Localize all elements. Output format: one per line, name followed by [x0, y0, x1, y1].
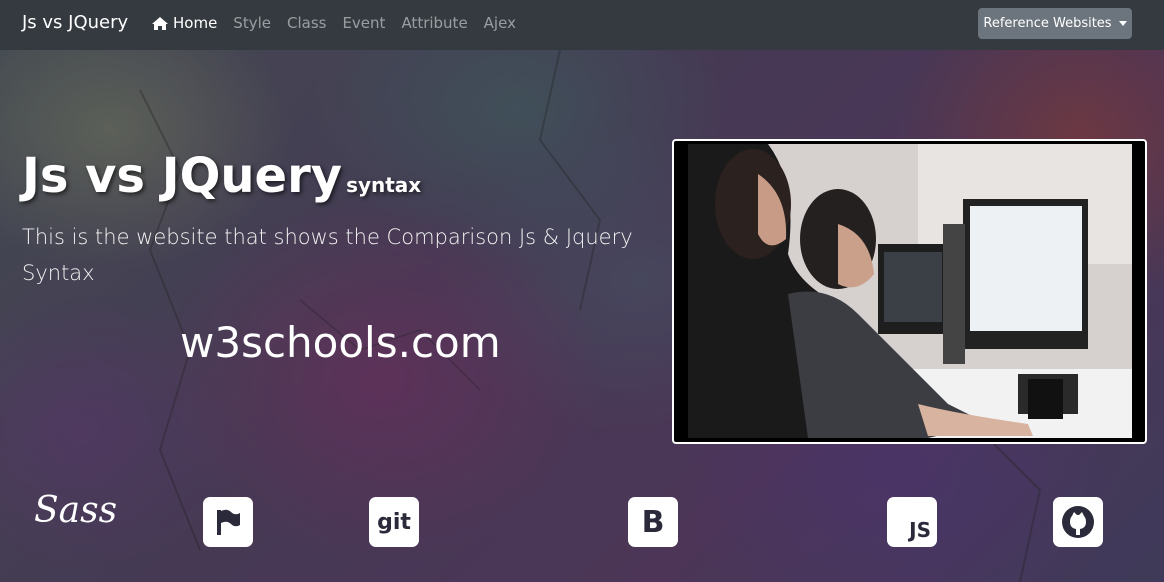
w3schools-link[interactable]: w3schools.com — [180, 318, 501, 367]
sass-icon-text: Sass — [34, 490, 118, 531]
nav-item-style[interactable]: Style — [233, 14, 271, 32]
navbar-brand[interactable]: Js vs JQuery — [22, 12, 128, 33]
nav-item-label: Ajex — [483, 14, 516, 32]
nav-item-label: Style — [233, 14, 271, 32]
flag-glyph — [217, 509, 240, 535]
title-small: syntax — [346, 173, 422, 197]
hero-image-frame — [672, 139, 1147, 444]
nav-item-attribute[interactable]: Attribute — [401, 14, 467, 32]
git-icon[interactable]: git — [369, 497, 419, 547]
nav-item-ajex[interactable]: Ajex — [484, 14, 516, 32]
bootstrap-icon-text: B — [641, 504, 665, 540]
nav-item-label: Attribute — [401, 14, 468, 32]
nav-item-label: Home — [173, 14, 218, 32]
flag-icon[interactable] — [203, 497, 253, 547]
git-icon-text: git — [377, 509, 411, 535]
office-photo-illustration — [688, 144, 1132, 438]
nav-item-label: Event — [342, 14, 386, 32]
home-icon — [152, 16, 168, 30]
caret-down-icon — [1118, 21, 1127, 26]
js-icon-text: JS — [909, 518, 931, 542]
nav-menu: Home Style Class Event Attribute Ajex — [151, 14, 532, 32]
top-navbar: Js vs JQuery Home Style Class Event Attr… — [0, 0, 1164, 50]
lead-text: This is the website that shows the Compa… — [22, 225, 633, 285]
dropdown-label: Reference Websites — [983, 16, 1112, 31]
nav-item-home[interactable]: Home — [151, 14, 217, 32]
office-photo — [688, 144, 1132, 438]
sass-icon[interactable]: Sass — [34, 490, 117, 531]
bootstrap-icon[interactable]: B — [628, 497, 678, 547]
js-icon[interactable]: JS — [887, 497, 937, 547]
title-main: Js vs JQuery — [22, 148, 343, 204]
github-glyph — [1062, 506, 1094, 538]
github-icon[interactable] — [1053, 497, 1103, 547]
nav-item-class[interactable]: Class — [287, 14, 326, 32]
nav-item-label: Class — [286, 14, 327, 32]
nav-item-event[interactable]: Event — [342, 14, 385, 32]
page-title: Js vs JQuery syntax — [22, 148, 421, 204]
reference-websites-dropdown[interactable]: Reference Websites — [978, 8, 1132, 39]
